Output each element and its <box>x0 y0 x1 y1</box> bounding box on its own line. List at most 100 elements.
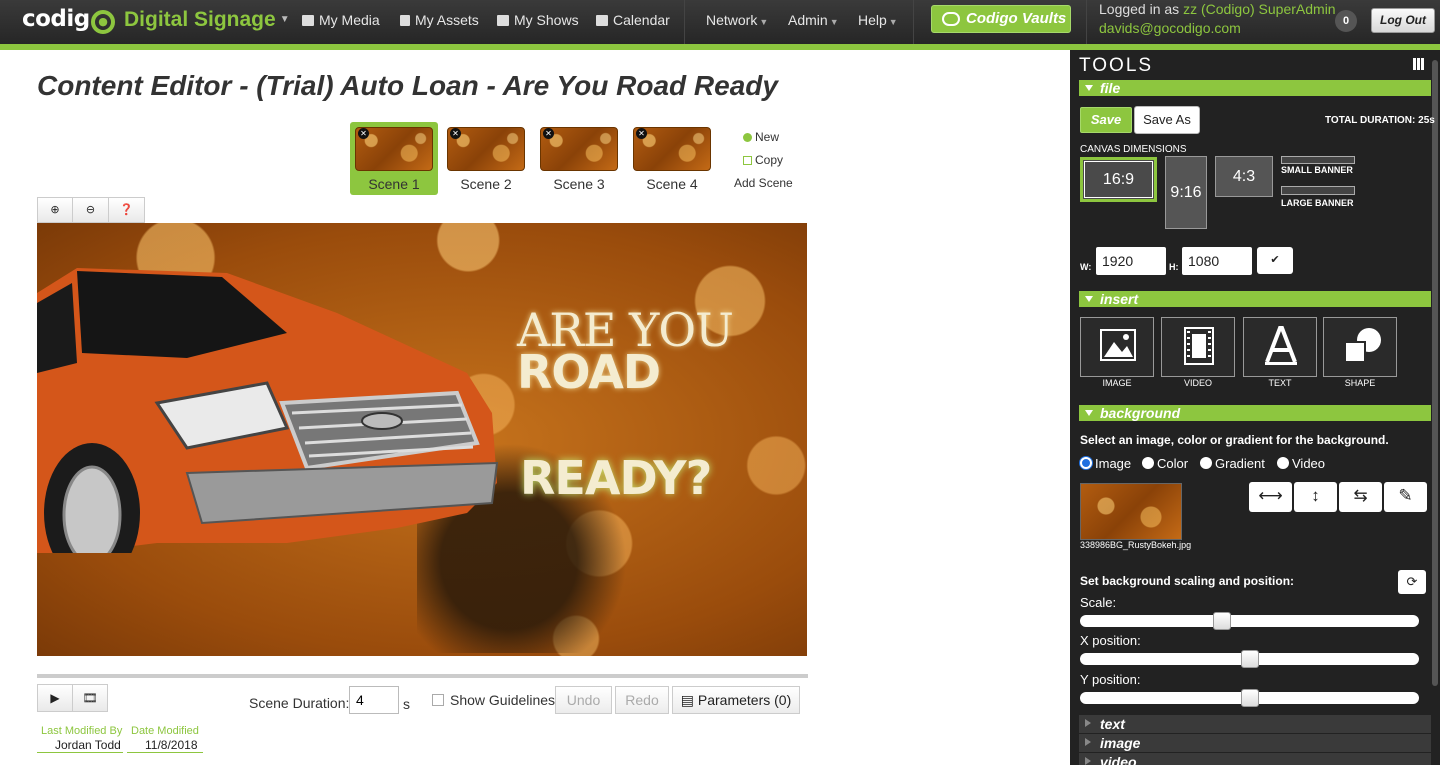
text-section-header[interactable]: text <box>1079 715 1431 733</box>
ratio-9-16-button[interactable]: 9:16 <box>1165 156 1207 229</box>
show-guidelines-toggle[interactable]: Show Guidelines <box>432 692 555 708</box>
file-section-header[interactable]: file <box>1079 80 1431 96</box>
x-position-slider[interactable] <box>1080 650 1419 668</box>
vault-icon <box>942 12 960 26</box>
scene-4-tab[interactable]: ✕ Scene 4 <box>628 122 716 195</box>
timeline-scrollbar[interactable] <box>37 674 808 678</box>
codigo-vaults-button[interactable]: Codigo Vaults <box>931 5 1071 33</box>
nav-network-menu[interactable]: Network ▼ <box>706 12 768 28</box>
copy-scene-link[interactable]: Copy <box>734 149 798 172</box>
large-banner-button[interactable] <box>1281 186 1355 195</box>
play-button[interactable]: ▶ <box>37 684 73 712</box>
zoom-toolbar: ⊕ ⊖ ❓ <box>37 197 145 223</box>
ratio-4-3-button[interactable]: 4:3 <box>1215 156 1273 197</box>
slider-handle[interactable] <box>1240 689 1259 707</box>
plus-circle-icon <box>743 133 752 142</box>
bg-type-gradient-radio[interactable]: Gradient <box>1200 456 1265 471</box>
total-duration: TOTAL DURATION: 25s <box>1325 115 1435 126</box>
save-as-button[interactable]: Save As <box>1134 106 1200 134</box>
radio <box>1200 457 1212 469</box>
parameters-button[interactable]: ▤ Parameters (0) <box>672 686 800 714</box>
undo-button[interactable]: Undo <box>555 686 612 714</box>
scene-label: Scene 4 <box>646 176 698 192</box>
scene-duration-input[interactable] <box>349 686 399 714</box>
background-image-thumbnail[interactable] <box>1080 483 1182 540</box>
nav-calendar[interactable]: Calendar <box>596 12 670 28</box>
grid-icon[interactable] <box>1413 58 1425 70</box>
nav-help-menu[interactable]: Help ▼ <box>858 12 898 28</box>
apply-dimensions-button[interactable]: ✔ <box>1257 247 1293 274</box>
x-position-label: X position: <box>1080 633 1141 648</box>
logged-in-prefix: Logged in as <box>1099 1 1180 17</box>
suv-car-image[interactable] <box>37 253 507 553</box>
scene-2-tab[interactable]: ✕ Scene 2 <box>442 122 530 195</box>
list-icon: ▤ <box>680 692 698 708</box>
checkbox[interactable] <box>432 694 444 706</box>
chevron-down-icon <box>1085 85 1093 91</box>
filmstrip-button[interactable]: 🎞 <box>72 684 108 712</box>
help-button[interactable]: ❓ <box>109 197 145 223</box>
image-section-header[interactable]: image <box>1079 734 1431 752</box>
radio <box>1277 457 1289 469</box>
width-input[interactable] <box>1096 247 1166 275</box>
background-section-header[interactable]: background <box>1079 405 1431 421</box>
scene-canvas[interactable]: ARE YOU ROAD READY? <box>37 223 807 656</box>
video-icon <box>1184 327 1214 365</box>
video-section-header[interactable]: video <box>1079 753 1431 765</box>
headline-line-3[interactable]: READY? <box>520 451 712 505</box>
attach-button[interactable]: ✎ <box>1384 482 1427 512</box>
nav-divider <box>684 0 685 44</box>
delete-scene-icon[interactable]: ✕ <box>543 128 554 139</box>
app-switcher[interactable]: Digital Signage ▼ <box>124 8 290 32</box>
repeat-button[interactable]: ⇆ <box>1339 482 1382 512</box>
divider <box>37 752 123 753</box>
scale-slider[interactable] <box>1080 612 1419 630</box>
insert-video-button[interactable] <box>1161 317 1235 377</box>
background-instructions: Select an image, color or gradient for t… <box>1080 433 1389 447</box>
codigo-logo[interactable]: codig ● <box>22 6 115 34</box>
bg-type-color-radio[interactable]: Color <box>1142 456 1188 471</box>
insert-shape-button[interactable] <box>1323 317 1397 377</box>
delete-scene-icon[interactable]: ✕ <box>358 128 369 139</box>
zoom-in-icon: ⊕ <box>50 204 60 216</box>
nav-my-assets[interactable]: My Assets <box>400 12 479 28</box>
last-modified-by-label: Last Modified By <box>41 725 123 737</box>
delete-scene-icon[interactable]: ✕ <box>450 128 461 139</box>
slider-handle[interactable] <box>1240 650 1259 668</box>
y-position-slider[interactable] <box>1080 689 1419 707</box>
insert-image-button[interactable] <box>1080 317 1154 377</box>
insert-section-header[interactable]: insert <box>1079 291 1431 307</box>
bg-type-image-radio[interactable]: Image <box>1080 456 1131 471</box>
logout-button[interactable]: Log Out <box>1371 8 1435 33</box>
nav-my-media[interactable]: My Media <box>302 12 380 28</box>
zoom-in-button[interactable]: ⊕ <box>37 197 73 223</box>
stretch-horizontal-button[interactable]: ⟷ <box>1249 482 1292 512</box>
scene-3-tab[interactable]: ✕ Scene 3 <box>535 122 623 195</box>
zoom-out-button[interactable]: ⊖ <box>73 197 109 223</box>
last-modified-by-value: Jordan Todd <box>55 738 121 752</box>
new-scene-link[interactable]: New <box>734 126 798 149</box>
slider-handle[interactable] <box>1213 612 1232 630</box>
scene-1-tab[interactable]: ✕ Scene 1 <box>350 122 438 195</box>
insert-text-button[interactable] <box>1243 317 1317 377</box>
ratio-16-9-button[interactable]: 16:9 <box>1080 157 1157 202</box>
save-button[interactable]: Save <box>1080 107 1132 133</box>
nav-my-shows[interactable]: My Shows <box>497 12 579 28</box>
user-name[interactable]: zz (Codigo) SuperAdmin <box>1183 1 1336 17</box>
small-banner-button[interactable] <box>1281 156 1355 164</box>
stretch-vertical-button[interactable]: ↕ <box>1294 482 1337 512</box>
tools-scrollbar[interactable] <box>1432 60 1438 686</box>
height-input[interactable] <box>1182 247 1252 275</box>
delete-scene-icon[interactable]: ✕ <box>636 128 647 139</box>
radio <box>1142 457 1154 469</box>
film-icon: 🎞 <box>82 691 98 705</box>
notification-badge[interactable]: 0 <box>1335 10 1357 32</box>
redo-button[interactable]: Redo <box>615 686 669 714</box>
bg-type-video-radio[interactable]: Video <box>1277 456 1325 471</box>
nav-divider <box>1086 0 1087 44</box>
headline-line-2[interactable]: ROAD <box>517 345 661 399</box>
nav-admin-menu[interactable]: Admin ▼ <box>788 12 839 28</box>
reset-background-button[interactable]: ⟳ <box>1398 570 1426 594</box>
top-navigation-bar: codig ● Digital Signage ▼ My Media My Asse… <box>0 0 1440 44</box>
insert-text-label: TEXT <box>1268 378 1292 388</box>
